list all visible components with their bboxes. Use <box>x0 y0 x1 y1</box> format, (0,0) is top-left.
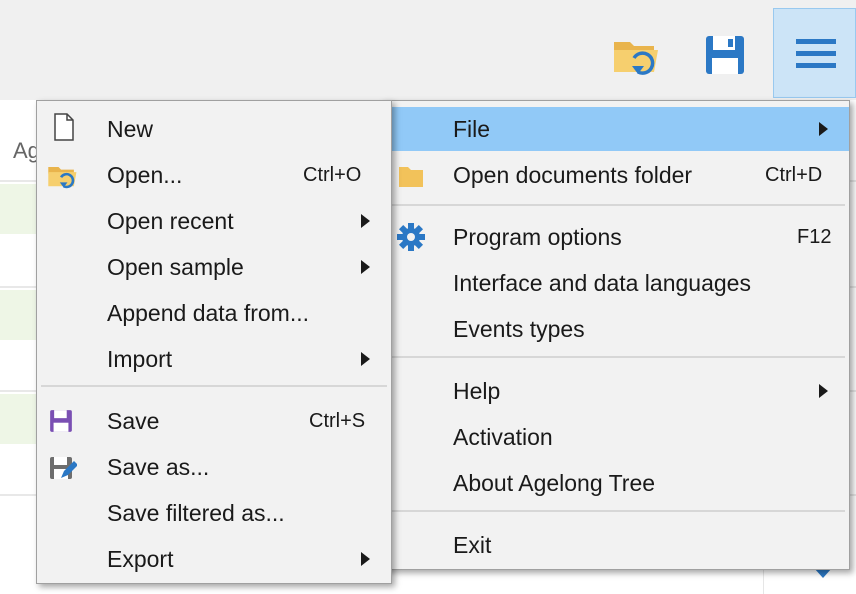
menu-item-append-data[interactable]: Append data from... <box>37 291 391 335</box>
menu-item-open[interactable]: Open... Ctrl+O <box>37 153 391 197</box>
menu-item-program-options[interactable]: Program options F12 <box>381 215 849 259</box>
menu-item-activation[interactable]: Activation <box>381 415 849 459</box>
menu-separator <box>387 510 845 512</box>
grid-row-bg <box>0 290 40 340</box>
menu-item-label: Save <box>107 407 160 434</box>
menu-item-about[interactable]: About Agelong Tree <box>381 461 849 505</box>
submenu-arrow-icon <box>361 352 370 366</box>
floppy-disk-icon <box>50 410 72 432</box>
menu-item-label: Open documents folder <box>453 161 693 188</box>
menu-item-label: Append data from... <box>107 299 310 326</box>
menu-item-label: Activation <box>453 423 553 450</box>
menu-item-label: Open sample <box>107 253 244 280</box>
menu-item-open-documents-folder[interactable]: Open documents folder Ctrl+D <box>381 153 849 197</box>
menu-item-shortcut: Ctrl+D <box>765 163 823 186</box>
menu-item-save-filtered[interactable]: Save filtered as... <box>37 491 391 535</box>
menu-item-shortcut: Ctrl+O <box>303 163 362 186</box>
toolbar <box>0 0 856 100</box>
menu-item-save-as[interactable]: Save as... <box>37 445 391 489</box>
menu-item-export[interactable]: Export <box>37 537 391 581</box>
menu-item-new[interactable]: New <box>37 107 391 151</box>
floppy-disk-icon <box>706 36 744 74</box>
submenu-arrow-icon <box>819 384 828 398</box>
menu-separator <box>41 385 387 387</box>
folder-open-icon <box>48 167 77 189</box>
new-document-icon <box>54 113 74 141</box>
menu-item-label: Help <box>453 377 501 404</box>
menu-item-import[interactable]: Import <box>37 337 391 381</box>
menu-item-events-types[interactable]: Events types <box>381 307 849 351</box>
menu-item-label: Events types <box>453 315 585 342</box>
menu-item-file[interactable]: File <box>381 107 849 151</box>
menu-item-save[interactable]: Save Ctrl+S <box>37 399 391 443</box>
save-button[interactable] <box>690 8 762 98</box>
menu-item-open-sample[interactable]: Open sample <box>37 245 391 289</box>
save-as-icon <box>50 457 77 479</box>
menu-item-label: Interface and data languages <box>453 269 751 296</box>
grid-row-bg <box>0 184 40 234</box>
main-menu-button[interactable] <box>773 8 856 98</box>
menu-item-shortcut: F12 <box>797 225 832 248</box>
menu-item-label: Save as... <box>107 453 210 480</box>
menu-item-label: Import <box>107 345 173 372</box>
menu-item-label: Program options <box>453 223 622 250</box>
menu-item-interface-languages[interactable]: Interface and data languages <box>381 261 849 305</box>
menu-item-label: File <box>453 115 491 142</box>
menu-item-shortcut: Ctrl+S <box>309 409 366 432</box>
gear-icon <box>397 223 425 251</box>
menu-item-help[interactable]: Help <box>381 369 849 413</box>
folder-icon <box>399 167 423 187</box>
file-submenu: New Open... Ctrl+O Open recent Open samp… <box>36 100 392 584</box>
menu-item-label: New <box>107 115 154 142</box>
menu-item-label: Open... <box>107 161 183 188</box>
folder-open-icon <box>614 42 658 75</box>
hamburger-menu-icon <box>796 39 836 68</box>
submenu-arrow-icon <box>819 122 828 136</box>
menu-item-label: Exit <box>453 531 492 558</box>
menu-item-label: Export <box>107 545 174 572</box>
main-menu: File Open documents folder Ctrl+D Progra… <box>380 100 850 570</box>
menu-item-label: Open recent <box>107 207 234 234</box>
menu-separator <box>387 356 845 358</box>
open-folder-button[interactable] <box>600 8 672 98</box>
menu-item-exit[interactable]: Exit <box>381 523 849 567</box>
submenu-arrow-icon <box>361 260 370 274</box>
menu-item-open-recent[interactable]: Open recent <box>37 199 391 243</box>
menu-item-label: Save filtered as... <box>107 499 285 526</box>
submenu-arrow-icon <box>361 552 370 566</box>
menu-item-label: About Agelong Tree <box>453 469 656 496</box>
grid-row-bg <box>0 394 40 444</box>
submenu-arrow-icon <box>361 214 370 228</box>
menu-separator <box>387 204 845 206</box>
